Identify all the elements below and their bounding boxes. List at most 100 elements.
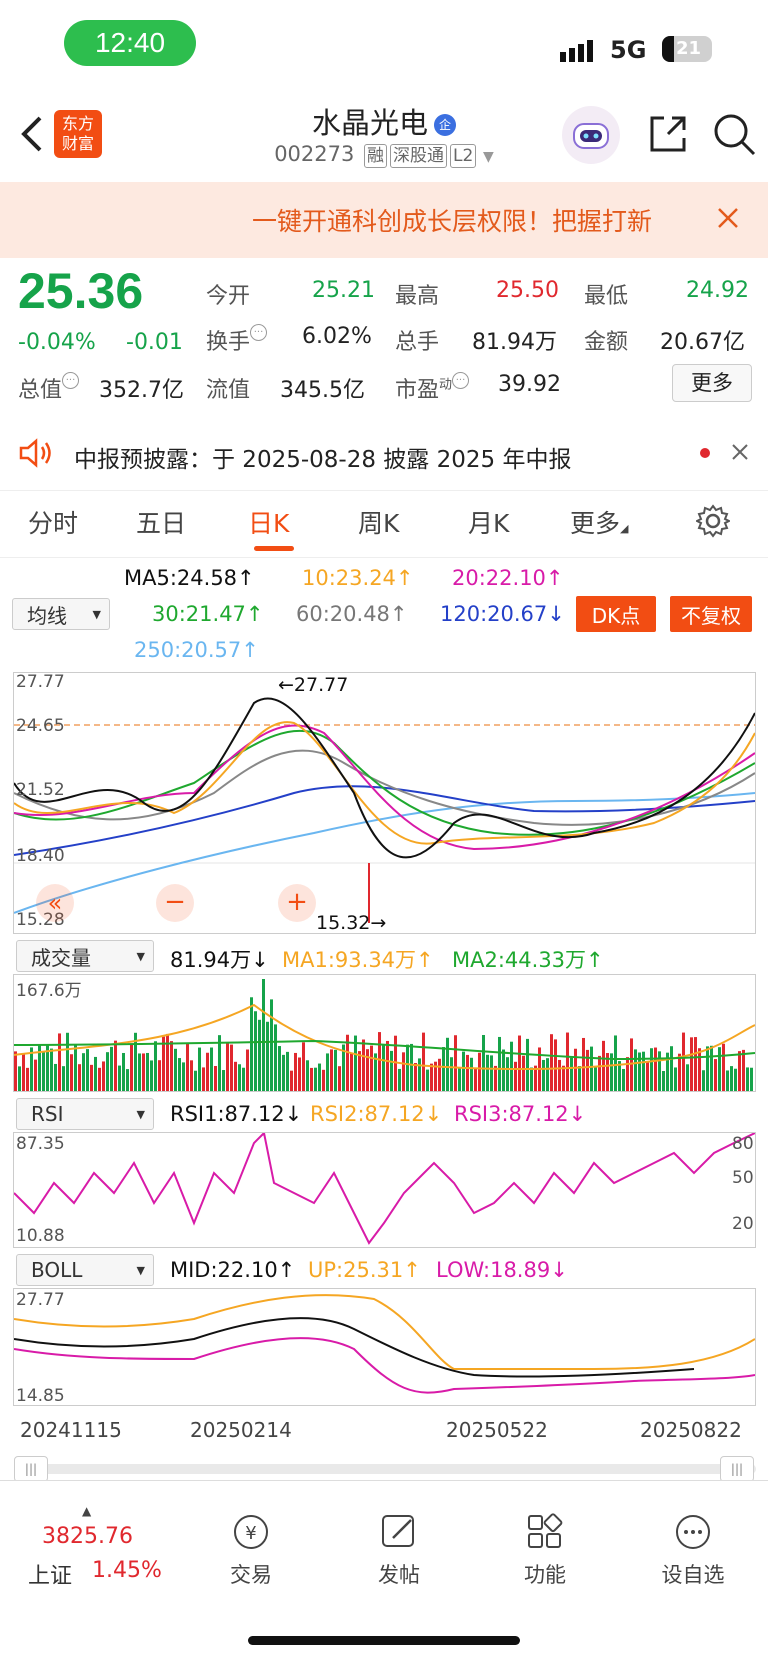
volume-bar — [334, 1049, 337, 1091]
tab-weekly-k[interactable]: 周K — [358, 504, 399, 540]
volume-bar — [106, 1052, 109, 1091]
low-label: 最低 — [584, 284, 629, 309]
watchlist-button[interactable]: 设自选 — [638, 1510, 748, 1589]
info-icon[interactable]: ··· — [250, 324, 268, 341]
high-label: 最高 — [395, 284, 440, 309]
rsi-panel[interactable] — [13, 1130, 756, 1248]
volume-bar — [214, 1065, 217, 1091]
notice-close-icon[interactable] — [730, 442, 750, 466]
dk-point-button[interactable]: DK点 — [576, 596, 656, 632]
volume-bar — [406, 1044, 409, 1091]
index-name[interactable]: 上证 — [28, 1558, 72, 1590]
settings-gear-icon[interactable] — [694, 504, 732, 542]
zoom-in-icon[interactable]: + — [278, 884, 316, 922]
volume-bar — [634, 1049, 637, 1091]
function-label: 功能 — [524, 1563, 566, 1587]
rsi-level-80: 80 — [732, 1134, 754, 1154]
volume-current: 81.94万↓ — [170, 948, 269, 972]
ma-selector[interactable]: 均线 ▼ — [12, 598, 110, 630]
volume-bar — [490, 1055, 493, 1091]
date-label-4: 20250822 — [640, 1418, 742, 1442]
pe-label: 市盈动 ··· — [395, 372, 470, 404]
tab-monthly-k[interactable]: 月K — [468, 504, 509, 540]
edit-icon — [382, 1515, 414, 1547]
volume-bar — [130, 1043, 133, 1091]
more-button[interactable]: 更多 — [672, 364, 752, 402]
dropdown-icon[interactable]: ▼ — [483, 149, 494, 165]
volume-bar — [558, 1059, 561, 1091]
amount-value: 20.67亿 — [660, 330, 745, 355]
volume-bar — [562, 1065, 565, 1091]
boll-panel[interactable] — [13, 1288, 756, 1406]
trade-button[interactable]: ¥ 交易 — [196, 1510, 306, 1589]
volume-bar — [526, 1038, 529, 1091]
volume-bar — [594, 1067, 597, 1091]
volume-bar — [438, 1058, 441, 1091]
notice-text[interactable]: 中报预披露：于 2025-08-28 披露 2025 年中报 — [74, 440, 571, 474]
volume-bar — [242, 1067, 245, 1091]
volume-bar — [554, 1039, 557, 1091]
volume-bar — [518, 1035, 521, 1091]
robot-avatar-icon[interactable] — [562, 106, 620, 164]
volume-bar — [274, 1024, 277, 1091]
zoom-out-icon[interactable]: − — [156, 884, 194, 922]
kline-max-label: ←27.77 — [278, 674, 349, 696]
volume-bar — [302, 1042, 305, 1091]
volume-bar — [430, 1063, 433, 1091]
float-value: 345.5亿 — [280, 378, 365, 403]
volume-bar — [314, 1067, 317, 1091]
ma5-label: MA5:24.58↑ — [124, 566, 255, 590]
volume-bar — [730, 1066, 733, 1091]
tab-daily-k[interactable]: 日K — [248, 504, 289, 540]
volume-bar — [378, 1032, 381, 1091]
volume-bar — [446, 1037, 449, 1091]
signal-icon — [560, 38, 600, 66]
post-button[interactable]: 发帖 — [344, 1510, 454, 1589]
volume-panel[interactable] — [13, 974, 756, 1092]
volume-bar — [126, 1069, 129, 1091]
index-pct[interactable]: 1.45% — [92, 1558, 162, 1583]
status-time: 12:40 — [64, 20, 196, 66]
volume-bar — [598, 1055, 601, 1091]
volume-bar — [714, 1059, 717, 1091]
volume-bar — [350, 1052, 353, 1091]
volume-bar — [362, 1039, 365, 1091]
volume-bar — [22, 1053, 25, 1091]
volume-bar — [402, 1052, 405, 1091]
kline-panel[interactable] — [13, 672, 756, 934]
open-label: 今开 — [206, 284, 251, 309]
volume-bar — [718, 1047, 721, 1091]
tab-more[interactable]: 更多◢ — [570, 504, 628, 540]
volume-bar — [54, 1063, 57, 1091]
info-icon[interactable]: ··· — [452, 372, 470, 389]
volume-bar — [470, 1057, 473, 1091]
info-icon[interactable]: ··· — [62, 372, 80, 389]
range-handle-right[interactable]: ||| — [720, 1456, 754, 1482]
scroll-left-icon[interactable]: « — [36, 884, 74, 922]
search-icon[interactable] — [712, 112, 758, 162]
ma120-label: 120:20.67↓ — [440, 602, 565, 626]
kline-y-3: 21.52 — [16, 780, 65, 800]
close-icon[interactable] — [716, 206, 740, 234]
volume-bar — [366, 1049, 369, 1091]
volume-bar — [258, 1019, 261, 1091]
range-slider-track[interactable] — [14, 1464, 756, 1474]
volume-selector-label: 成交量 — [31, 945, 91, 970]
volume-bar — [322, 1069, 325, 1091]
function-button[interactable]: 功能 — [490, 1510, 600, 1589]
boll-selector[interactable]: BOLL ▼ — [16, 1254, 154, 1286]
kline-min-label: 15.32→ — [316, 912, 387, 934]
range-handle-left[interactable]: ||| — [14, 1456, 48, 1482]
volume-bar — [442, 1047, 445, 1091]
index-value[interactable]: 3825.76 — [42, 1524, 133, 1549]
volume-bar — [42, 1051, 45, 1091]
volume-selector[interactable]: 成交量 ▼ — [16, 940, 154, 972]
tab-five-day[interactable]: 五日 — [136, 504, 186, 540]
rsi-selector[interactable]: RSI ▼ — [16, 1098, 154, 1130]
volume-bar — [502, 1049, 505, 1091]
promo-text[interactable]: 一键开通科创成长层权限！把握打新 — [252, 202, 692, 238]
volume-bar — [298, 1057, 301, 1091]
adjust-button[interactable]: 不复权 — [670, 596, 752, 632]
tab-intraday[interactable]: 分时 — [28, 504, 78, 540]
share-icon[interactable] — [646, 112, 690, 160]
